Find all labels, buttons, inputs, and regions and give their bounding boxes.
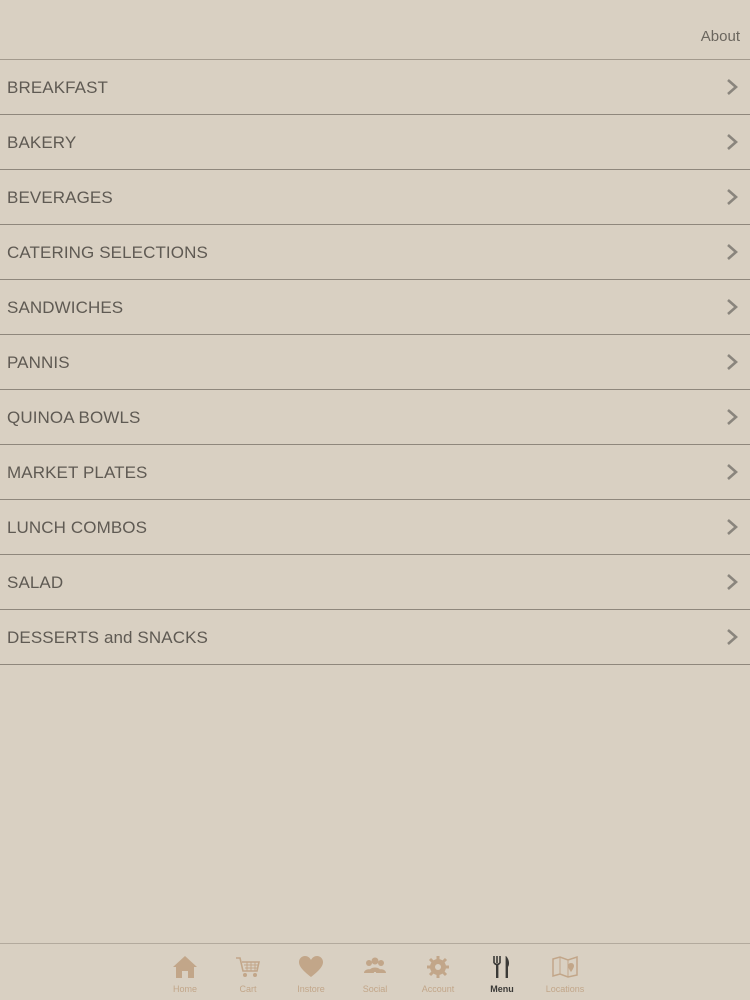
chevron-right-icon [727,244,738,260]
gear-icon [427,956,449,978]
heart-icon [299,956,323,977]
menu-item-label: PANNIS [7,353,70,372]
chevron-right-icon [727,79,738,95]
chevron-right-icon [727,409,738,425]
menu-item-quinoa-bowls[interactable]: QUINOA BOWLS [0,390,750,445]
tab-label: Social [362,984,388,994]
about-link[interactable]: About [701,28,740,45]
fork-knife-icon [493,956,510,978]
chevron-right-icon [727,189,738,205]
map-icon [552,955,578,978]
tab-label: Home [172,984,197,994]
chevron-right-icon [727,299,738,315]
menu-item-bakery[interactable]: BAKERY [0,115,750,170]
menu-item-market-plates[interactable]: MARKET PLATES [0,445,750,500]
menu-item-label: QUINOA BOWLS [7,408,141,427]
chevron-right-icon [727,354,738,370]
chevron-right-icon [727,629,738,645]
tab-cart[interactable]: Cart [218,950,278,998]
menu-item-label: LUNCH COMBOS [7,518,148,537]
menu-item-label: BAKERY [7,133,77,152]
menu-item-label: DESSERTS and SNACKS [7,628,208,647]
tab-label: Menu [490,984,514,994]
menu-item-lunch-combos[interactable]: LUNCH COMBOS [0,500,750,555]
tab-instore[interactable]: Instore [281,950,341,998]
tab-locations[interactable]: Locations [535,950,595,998]
tab-label: Instore [297,984,325,994]
menu-item-pannis[interactable]: PANNIS [0,335,750,390]
tab-menu[interactable]: Menu [472,950,532,998]
menu-item-label: CATERING SELECTIONS [7,243,208,262]
tab-label: Account [421,984,455,994]
top-bar: About [0,0,750,60]
menu-item-breakfast[interactable]: BREAKFAST [0,60,750,115]
chevron-right-icon [727,574,738,590]
menu-item-desserts-and-snacks[interactable]: DESSERTS and SNACKS [0,610,750,665]
tab-bar: Home Cart Instore Social Account Menu Lo… [0,943,750,1000]
menu-item-catering-selections[interactable]: CATERING SELECTIONS [0,225,750,280]
menu-item-label: BREAKFAST [7,78,109,97]
tab-account[interactable]: Account [408,950,468,998]
tab-social[interactable]: Social [345,950,405,998]
home-icon [173,956,197,978]
cart-icon [236,957,260,977]
menu-item-beverages[interactable]: BEVERAGES [0,170,750,225]
tab-label: Locations [545,984,585,994]
menu-item-sandwiches[interactable]: SANDWICHES [0,280,750,335]
people-icon [364,957,386,973]
chevron-right-icon [727,464,738,480]
tab-label: Cart [239,984,257,994]
menu-item-label: SALAD [7,573,64,592]
menu-item-label: SANDWICHES [7,298,124,317]
menu-item-label: MARKET PLATES [7,463,148,482]
menu-category-list: BREAKFAST BAKERY BEVERAGES CATERING SELE… [0,60,750,665]
chevron-right-icon [727,519,738,535]
menu-item-salad[interactable]: SALAD [0,555,750,610]
chevron-right-icon [727,134,738,150]
tab-home[interactable]: Home [155,950,215,998]
menu-item-label: BEVERAGES [7,188,113,207]
